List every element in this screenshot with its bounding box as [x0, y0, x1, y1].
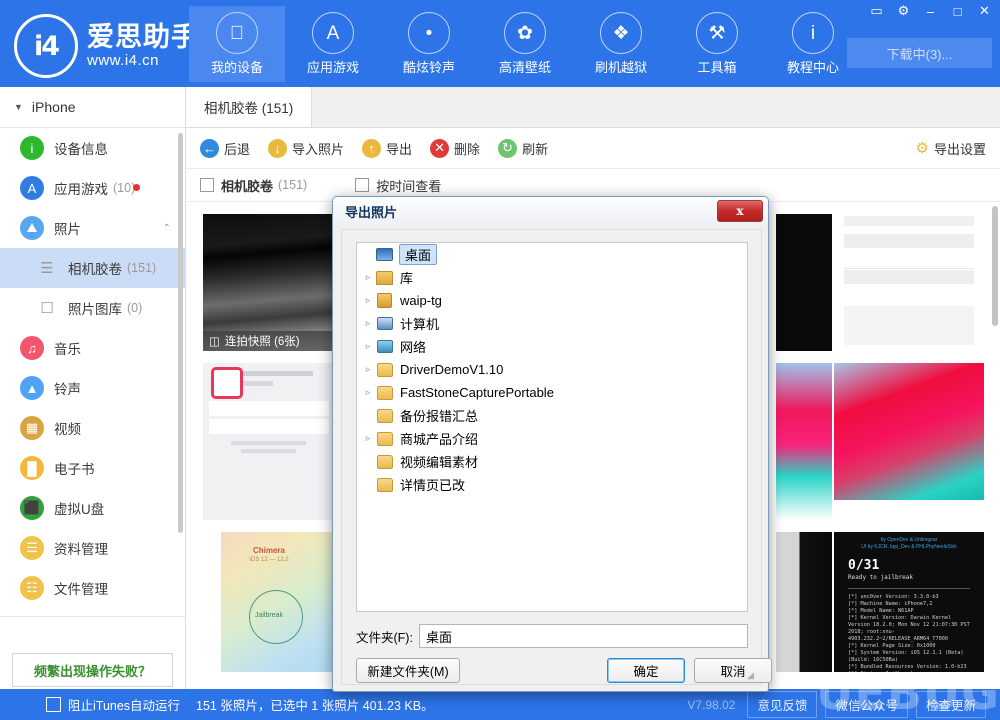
tree-item-label: FastStoneCapturePortable	[400, 385, 554, 400]
folder-icon	[375, 385, 394, 401]
expand-arrow-icon[interactable]: ▹	[361, 341, 375, 352]
export-photos-dialog: 导出照片 x 桌面 ▹ 库 ▹ waip-tg ▹ 计算机 ▹ 网络 ▹ DriverDemoV1.…	[332, 196, 772, 692]
expand-arrow-icon[interactable]: ▹	[361, 272, 375, 283]
folder-icon	[375, 454, 394, 470]
expand-arrow-icon[interactable]: ▹	[361, 364, 375, 375]
library-icon	[375, 270, 394, 286]
tree-item-label: 详情页已改	[400, 478, 466, 493]
tree-item-10[interactable]: 视频编辑素材	[357, 450, 747, 473]
tree-item-label: waip-tg	[400, 293, 442, 308]
close-x-icon[interactable]: x	[717, 200, 763, 222]
expand-arrow-icon[interactable]: ▹	[361, 295, 375, 306]
tree-item-4[interactable]: ▹ 计算机	[357, 312, 747, 335]
new-folder-button[interactable]: 新建文件夹(M)	[356, 658, 460, 683]
dialog-buttons: 新建文件夹(M) 确定 取消	[356, 658, 772, 684]
tree-item-3[interactable]: ▹ waip-tg	[357, 289, 747, 312]
tree-item-label: 计算机	[400, 317, 440, 332]
resize-grip-icon[interactable]: ◢	[747, 671, 757, 681]
folder-input[interactable]: 桌面	[418, 624, 748, 648]
dialog-title: 导出照片	[333, 197, 768, 225]
tree-item-9[interactable]: ▹ 商城产品介绍	[357, 427, 747, 450]
folder-icon	[375, 408, 394, 424]
tree-item-2[interactable]: ▹ 库	[357, 266, 747, 289]
folder-field-label: 文件夹(F):	[356, 630, 413, 645]
expand-arrow-icon[interactable]: ▹	[361, 387, 375, 398]
tree-item-11[interactable]: 详情页已改	[357, 473, 747, 496]
tree-item-6[interactable]: ▹ DriverDemoV1.10	[357, 358, 747, 381]
folder-icon	[375, 477, 394, 493]
tree-item-5[interactable]: ▹ 网络	[357, 335, 747, 358]
tree-item-label: 商城产品介绍	[400, 432, 479, 447]
folder-icon	[375, 431, 394, 447]
computer-icon	[375, 316, 394, 332]
expand-arrow-icon[interactable]: ▹	[361, 318, 375, 329]
network-icon	[375, 339, 394, 355]
tree-item-label: 桌面	[399, 244, 438, 265]
tree-item-label: 网络	[400, 340, 427, 355]
tree-item-1[interactable]: 桌面	[357, 243, 747, 266]
expand-arrow-icon[interactable]: ▹	[361, 433, 375, 444]
tree-item-label: 视频编辑素材	[400, 455, 479, 470]
tree-item-label: 库	[400, 271, 414, 286]
folder-icon	[375, 362, 394, 378]
modal-overlay: 导出照片 x 桌面 ▹ 库 ▹ waip-tg ▹ 计算机 ▹ 网络 ▹ DriverDemoV1.…	[0, 0, 1000, 720]
desktop-icon	[375, 247, 394, 263]
tree-item-7[interactable]: ▹ FastStoneCapturePortable	[357, 381, 747, 404]
tree-item-8[interactable]: 备份报错汇总	[357, 404, 747, 427]
user-folder-icon	[375, 293, 394, 309]
tree-item-label: DriverDemoV1.10	[400, 362, 504, 377]
cancel-button[interactable]: 取消	[694, 658, 772, 683]
folder-field-row: 文件夹(F): 桌面	[356, 624, 748, 648]
folder-tree[interactable]: 桌面 ▹ 库 ▹ waip-tg ▹ 计算机 ▹ 网络 ▹ DriverDemoV1.10 ▹ Fast…	[356, 242, 748, 612]
dialog-body: 桌面 ▹ 库 ▹ waip-tg ▹ 计算机 ▹ 网络 ▹ DriverDemoV1.10 ▹ Fast…	[341, 229, 772, 685]
ok-button[interactable]: 确定	[607, 658, 685, 683]
tree-item-label: 备份报错汇总	[400, 409, 479, 424]
